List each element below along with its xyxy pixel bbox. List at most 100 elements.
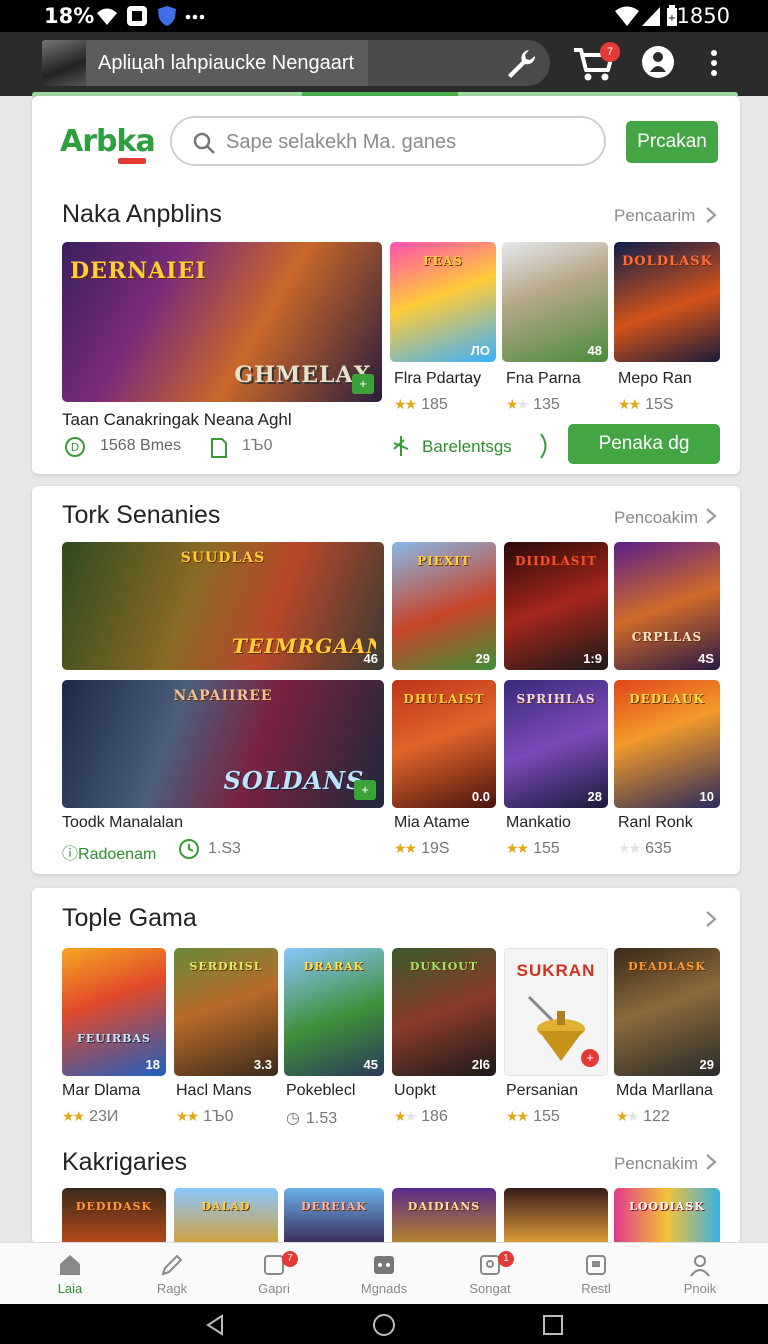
game-name: Persanian [506,1082,579,1099]
hero-tag[interactable]: Barelentsgs [422,437,512,457]
app-title[interactable]: Apliцah lahpiaucke Nengaart [86,40,368,86]
game-tile[interactable]: DIIDLASIT 1:9 [504,542,608,670]
game-rating: ★★ 185 [394,396,448,413]
cell-signal-icon [642,7,660,26]
see-more-link[interactable]: Pencoakim [614,508,698,528]
featured-card: Arbka Sape selakekh Ma. ganes Prcakan Na… [32,96,740,474]
game-rating: ★★ 135 [506,396,560,413]
chevron-bracket-icon [540,433,547,459]
tag-icon [393,436,409,456]
person-icon [690,1255,710,1277]
category-tile[interactable]: DEREIAK [284,1188,384,1244]
wrench-icon[interactable] [504,47,538,81]
file-icon [211,438,227,458]
game-tile[interactable]: DHULAIST 0.0 [392,680,496,808]
add-icon[interactable]: + [581,1049,599,1067]
game-tile[interactable]: DUKIOUT 2l6 [392,948,496,1076]
hero-tag[interactable]: ⓘRadoenam [62,840,156,864]
game-tile[interactable]: DEADLASK 29 [614,948,720,1076]
hero-game-tile[interactable]: SUUDLAS TEIMRGAAN 46 [62,542,384,670]
game-name: Mar Dlama [62,1082,141,1099]
chevron-right-icon[interactable] [704,910,718,928]
star-icon: ★★ [394,396,417,412]
download-icon: D [65,437,85,457]
game-rating: ★★ 155 [506,1108,560,1125]
game-name: Flra Pdartay [394,370,482,387]
series-card: Tork Senanies Pencoakim SUUDLAS TEIMRGAA… [32,486,740,874]
hero-game-name: Toodk Manalalan [62,814,183,831]
wifi-icon [97,8,117,25]
see-more-link[interactable]: Pencaarim [614,206,695,226]
back-icon[interactable] [204,1314,226,1336]
game-tile[interactable]: DRARAK 45 [284,948,384,1076]
game-rating: ★★ 122 [616,1108,670,1125]
add-icon[interactable]: + [354,780,376,800]
category-tile[interactable]: LOODIASK [614,1188,720,1244]
chevron-right-icon[interactable] [704,1153,718,1171]
game-name: Ranl Ronk [618,814,693,831]
star-icon: ★★ [618,396,641,412]
nav-profile[interactable]: Pnoik [648,1243,752,1305]
status-bar: 18% + 1850 [0,0,768,32]
chevron-right-icon[interactable] [704,206,718,224]
game-name: Fna Parna [506,370,581,387]
category-tile[interactable]: DAIDIANS [392,1188,496,1244]
system-navigation [0,1304,768,1344]
nav-apps[interactable]: Mgnads [332,1243,436,1305]
game-tile[interactable]: PIEXIT 29 [392,542,496,670]
user-icon[interactable] [642,46,674,78]
star-icon: ★★ [506,1108,529,1124]
nav-rank[interactable]: Ragk [120,1243,224,1305]
game-tile[interactable]: FEUIRBAS 18 [62,948,166,1076]
search-icon [193,132,215,154]
category-tile[interactable] [504,1188,608,1244]
more-notifications-icon [185,14,205,20]
game-rating: ★★ 635 [618,840,672,857]
bottom-navigation: Laia Ragk 7 Gapri Mgnads 1 Songat Restl … [0,1242,768,1304]
game-name: Uopkt [394,1082,436,1099]
info-icon: ⓘ [62,846,79,863]
nav-home[interactable]: Laia [18,1243,122,1305]
home-button-icon[interactable] [372,1313,396,1337]
hero-stat-downloads: 1568 Bmes [100,437,181,454]
add-icon[interactable]: + [352,374,374,394]
game-rating: ★★ 15Ѕ [618,396,674,413]
signal-wifi-icon [615,6,639,26]
game-tile[interactable]: DOLDLASK [614,242,720,362]
nav-map[interactable]: 1 Songat [438,1243,542,1305]
install-button[interactable]: Penaka dg [568,424,720,464]
recents-icon[interactable] [542,1314,564,1336]
search-input[interactable]: Sape selakekh Ma. ganes [170,116,606,166]
game-tile[interactable]: SERDRISL 3.3 [174,948,278,1076]
game-tile[interactable]: SPRIHLAS 28 [504,680,608,808]
game-tile[interactable]: DEDLAUK 10 [614,680,720,808]
nav-rest[interactable]: Restl [544,1243,648,1305]
game-tile[interactable]: CRPLLAS 4Ѕ [614,542,720,670]
svg-text:+: + [668,13,676,24]
game-rating: ★★ 155 [506,840,560,857]
game-rating: ★★ 19Ѕ [394,840,450,857]
gamepad-icon [374,1256,394,1274]
box-icon [586,1255,606,1275]
category-tile[interactable]: DEDIDASK [62,1188,166,1244]
game-tile[interactable]: 48 [502,242,608,362]
category-tile[interactable]: DALAD [174,1188,278,1244]
hero-game-tile[interactable]: NAPAIIREE SOLDANS + [62,680,384,808]
chevron-right-icon[interactable] [704,507,718,525]
spinning-top-icon [527,995,585,1061]
search-button[interactable]: Prcakan [626,121,718,163]
star-icon: ★★ [394,1108,417,1124]
section-title: Tork Senanies [62,501,221,529]
star-icon: ★★ [62,1108,85,1124]
game-tile[interactable]: SUKRAN + [504,948,608,1076]
nav-games[interactable]: 7 Gapri [222,1243,326,1305]
game-name: Mda Marllana [616,1082,713,1099]
section-title: Naka Anpblins [62,200,222,228]
logo: Arbka [60,124,156,159]
pencil-icon [161,1254,183,1276]
game-tile[interactable]: FEAS ЛО [390,242,496,362]
more-menu-icon[interactable] [704,48,724,78]
see-more-link[interactable]: Pencnakim [614,1154,698,1174]
hero-game-tile[interactable]: DERNAIEI GHMELAX + [62,242,382,402]
avatar[interactable] [42,40,86,86]
